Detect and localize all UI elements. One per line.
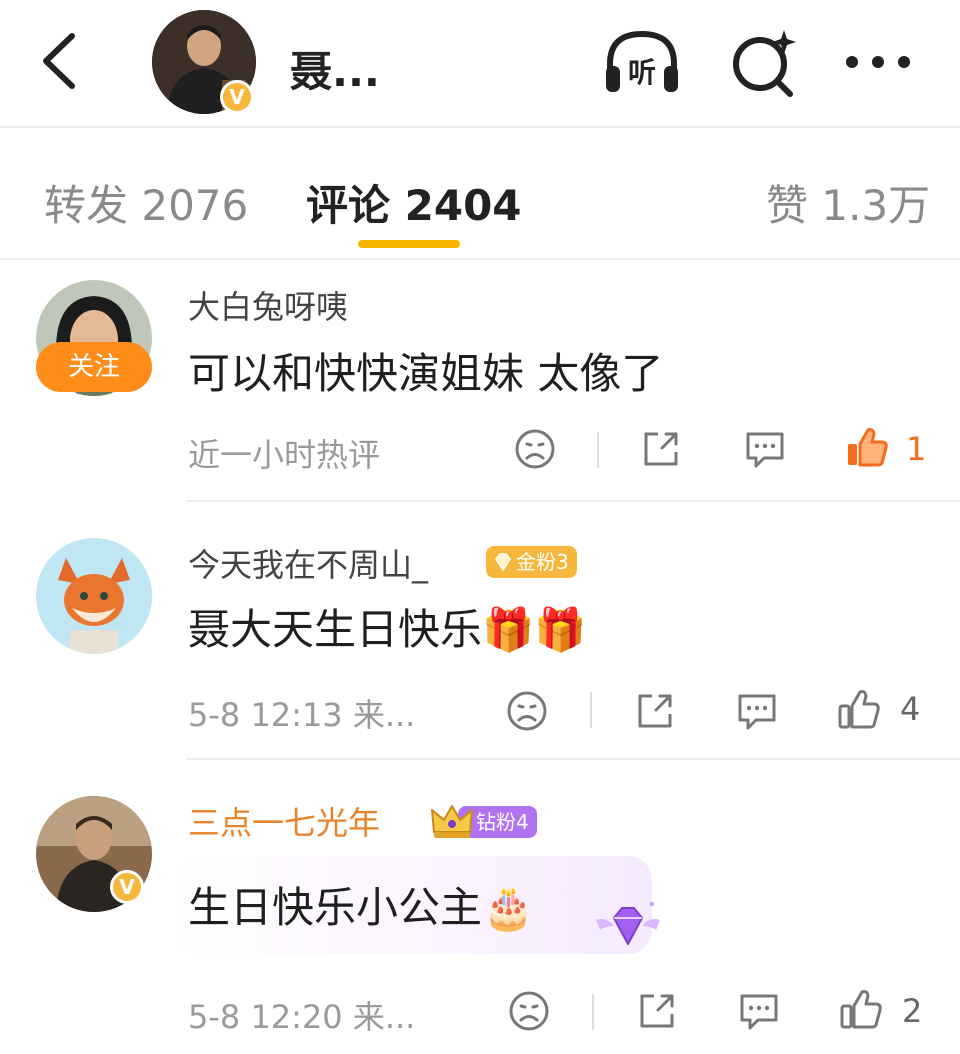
comment-text: 可以和快快演姐妹 太像了 <box>188 349 664 398</box>
commenter-name[interactable]: 三点一七光年 <box>188 798 380 844</box>
diamond-fan-badge-label: 钻粉4 <box>476 810 529 834</box>
verified-badge-icon: V <box>110 870 144 904</box>
gold-gem-icon <box>495 553 511 572</box>
action-separator <box>590 692 592 728</box>
share-icon[interactable] <box>632 688 678 734</box>
more-button[interactable] <box>836 24 920 100</box>
listen-button[interactable]: 听 <box>600 24 684 100</box>
comment-item: 关注 大白兔呀咦 可以和快快演姐妹 太像了 近一小时热评 1 <box>0 262 960 500</box>
back-arrow-icon[interactable] <box>32 28 92 94</box>
reply-icon[interactable] <box>742 426 788 472</box>
gold-fan-badge-label: 金粉3 <box>516 550 569 574</box>
action-separator <box>597 432 599 468</box>
search-icon <box>733 30 796 97</box>
crown-icon <box>431 805 473 838</box>
dislike-face-icon[interactable] <box>506 988 552 1034</box>
tab-comments[interactable]: 评论 2404 <box>306 172 522 233</box>
active-tab-indicator <box>358 240 460 248</box>
comment-meta: 5-8 12:20 来... <box>188 998 416 1036</box>
author-name[interactable]: 聂... <box>290 38 380 99</box>
like-count: 1 <box>906 430 927 468</box>
follow-button[interactable]: 关注 <box>36 342 152 392</box>
comment-meta: 5-8 12:13 来... <box>188 696 416 734</box>
like-thumb-icon[interactable] <box>838 986 884 1032</box>
top-bar: V 聂... 听 <box>0 0 960 128</box>
commenter-avatar[interactable] <box>36 538 152 654</box>
like-count: 4 <box>900 690 921 728</box>
listen-label: 听 <box>628 56 656 89</box>
commenter-avatar-image <box>36 538 152 654</box>
tab-bar: 转发 2076 评论 2404 赞 1.3万 <box>0 128 960 260</box>
like-thumb-icon[interactable] <box>836 686 882 732</box>
tab-likes[interactable]: 赞 1.3万 <box>766 172 930 233</box>
reply-icon[interactable] <box>734 688 780 734</box>
comment-item: V 三点一七光年 钻粉4 生日快乐小公主🎂 5-8 12:20 来... 2 <box>0 760 960 1054</box>
tab-reposts[interactable]: 转发 2076 <box>44 172 248 233</box>
share-icon[interactable] <box>634 988 680 1034</box>
more-dots-icon <box>846 56 910 68</box>
commenter-name[interactable]: 大白兔呀咦 <box>188 282 348 328</box>
reply-icon[interactable] <box>736 988 782 1034</box>
like-count: 2 <box>902 992 923 1030</box>
like-thumb-icon[interactable] <box>844 424 890 470</box>
verified-badge-icon: V <box>220 80 254 114</box>
commenter-name[interactable]: 今天我在不周山_ <box>188 540 428 586</box>
diamond-wings-icon <box>596 902 660 945</box>
comment-text: 生日快乐小公主🎂 <box>188 883 535 932</box>
comment-meta: 近一小时热评 <box>188 436 381 474</box>
search-button[interactable] <box>722 24 806 100</box>
share-icon[interactable] <box>638 426 684 472</box>
headphones-icon: 听 <box>606 30 678 92</box>
dislike-face-icon[interactable] <box>504 688 550 734</box>
comment-item: 今天我在不周山_ 金粉3 聂大天生日快乐🎁🎁 5-8 12:13 来... 4 <box>0 502 960 758</box>
dislike-face-icon[interactable] <box>512 426 558 472</box>
comment-text: 聂大天生日快乐🎁🎁 <box>188 605 587 654</box>
action-separator <box>592 994 594 1030</box>
gold-fan-badge: 金粉3 <box>486 546 577 578</box>
